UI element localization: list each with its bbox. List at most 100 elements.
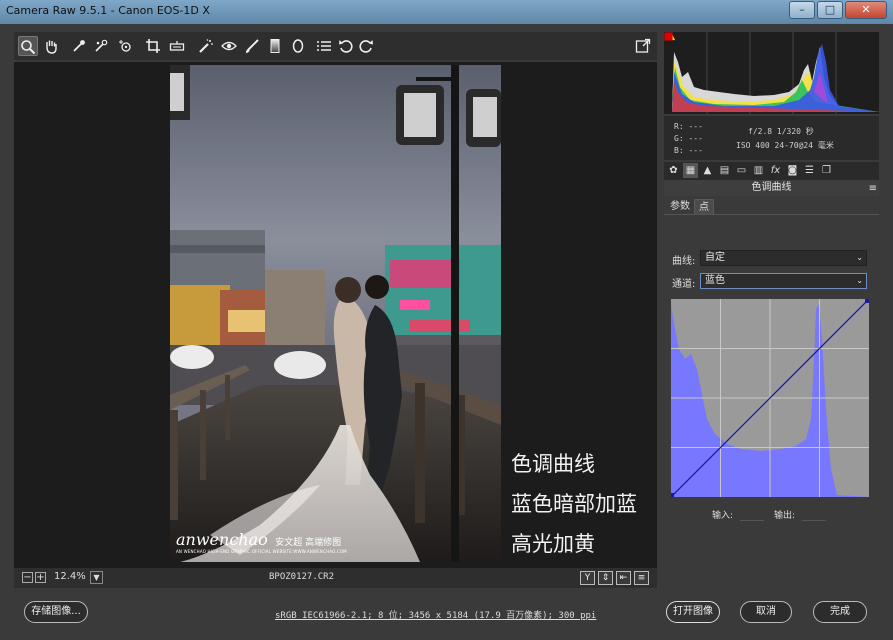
snapshots-icon: ❐	[822, 165, 831, 176]
brush-icon	[246, 39, 259, 53]
minimize-button[interactable]: –	[789, 1, 815, 19]
input-label: 输入:	[712, 511, 734, 521]
copy-after-to-before-button[interactable]: ⇤	[616, 571, 631, 585]
white-balance-tool[interactable]	[69, 36, 89, 56]
wedding-photo-image	[170, 65, 501, 562]
toggle-fullscreen-button[interactable]	[633, 36, 653, 56]
zoom-level: 12.4%	[54, 571, 86, 582]
zoom-out-button[interactable]: −	[22, 572, 33, 583]
red-eye-tool[interactable]	[219, 36, 239, 56]
open-image-button[interactable]: 打开图像	[666, 601, 720, 623]
image-preview[interactable]: anwenchao 安文超 高端修图 AN WENCHAO HIGH-END G…	[14, 62, 657, 568]
tab-detail[interactable]: ▲	[700, 163, 715, 178]
zoom-tool[interactable]	[18, 36, 38, 56]
curve-graph	[669, 298, 870, 498]
histogram	[664, 32, 879, 114]
spot-removal-tool[interactable]	[196, 36, 216, 56]
output-label: 输出:	[774, 511, 796, 521]
cancel-button[interactable]: 取消	[740, 601, 792, 623]
zoom-in-button[interactable]: +	[35, 572, 46, 583]
lens-icon: ▥	[753, 165, 764, 176]
tab-parametric[interactable]: 参数	[666, 199, 694, 214]
preview-photo: anwenchao 安文超 高端修图 AN WENCHAO HIGH-END G…	[170, 65, 501, 562]
curve-point-white[interactable]	[865, 298, 870, 303]
swap-before-after-button[interactable]: ⇕	[598, 571, 613, 585]
hand-icon	[46, 40, 57, 54]
annotation-line-1: 色调曲线	[511, 452, 595, 476]
magnifier-icon	[21, 40, 36, 55]
radial-filter-tool[interactable]	[288, 36, 308, 56]
window-title: Camera Raw 9.5.1 - Canon EOS-1D X	[6, 4, 210, 17]
preferences-tool[interactable]	[314, 36, 334, 56]
tab-basic[interactable]: ✿	[666, 163, 681, 178]
eyedropper-icon	[73, 40, 85, 52]
save-image-button[interactable]: 存储图像...	[24, 601, 88, 623]
ellipse-icon	[292, 39, 304, 53]
curve-preset-select[interactable]: 自定 ⌄	[700, 250, 867, 266]
zoom-dropdown[interactable]: ▼	[90, 571, 103, 584]
split-tone-icon: ▭	[736, 165, 747, 176]
color-sampler-tool[interactable]	[91, 36, 111, 56]
preview-status-bar: − + 12.4% ▼ BPOZ0127.CR2 Y ⇕ ⇤ ≡	[14, 568, 657, 588]
tone-curve-editor[interactable]	[669, 298, 870, 498]
file-name: BPOZ0127.CR2	[269, 572, 335, 582]
highlight-clipping-warning[interactable]	[664, 32, 673, 41]
maximize-button[interactable]: □	[817, 1, 843, 19]
window-title-bar: Camera Raw 9.5.1 - Canon EOS-1D X – □ ✕	[0, 0, 893, 24]
crop-tool[interactable]	[143, 36, 163, 56]
r-value: R: ---	[674, 122, 703, 131]
spot-removal-icon	[199, 39, 213, 53]
histogram-graph	[672, 32, 879, 114]
graduated-filter-tool[interactable]	[265, 36, 285, 56]
chevron-down-icon: ⌄	[856, 253, 863, 262]
color-sampler-icon	[95, 39, 108, 52]
annotation-line-2: 蓝色暗部加蓝	[511, 492, 637, 516]
rotate-right-tool[interactable]	[356, 36, 376, 56]
hsl-icon: ▤	[719, 165, 730, 176]
tab-point[interactable]: 点	[694, 199, 714, 214]
panel-header: 色调曲线 ≡	[664, 180, 879, 196]
g-value: G: ---	[674, 134, 703, 143]
straighten-tool[interactable]	[167, 36, 187, 56]
done-button[interactable]: 完成	[813, 601, 867, 623]
close-button[interactable]: ✕	[845, 1, 887, 19]
rotate-left-tool[interactable]	[336, 36, 356, 56]
curve-subtabs: 参数 点	[664, 199, 879, 215]
panel-menu-icon[interactable]: ≡	[869, 181, 877, 197]
list-icon	[317, 41, 331, 51]
preview-settings-button[interactable]: ≡	[634, 571, 649, 585]
tone-curve-panel: 参数 点 曲线: 自定 ⌄ 通道: 蓝色 ⌄ 输入: 输出:	[664, 196, 879, 544]
adjustment-brush-tool[interactable]	[242, 36, 262, 56]
annotation-text: 色调曲线 蓝色暗部加蓝 高光加黄	[511, 444, 637, 564]
tab-snapshots[interactable]: ❐	[819, 163, 834, 178]
pixel-readout: R: --- G: --- B: --- f/2.8 1/320 秒 ISO 4…	[664, 116, 879, 160]
tab-presets[interactable]: ☰	[802, 163, 817, 178]
channel-select[interactable]: 蓝色 ⌄	[700, 273, 867, 289]
grid-icon: ▦	[685, 165, 696, 176]
rotate-ccw-icon	[339, 40, 353, 53]
target-adjust-icon	[119, 40, 131, 52]
targeted-adjustment-tool[interactable]	[115, 36, 135, 56]
watermark-sub: AN WENCHAO HIGH-END GRAPHIC OFFICIAL WEB…	[176, 549, 347, 554]
output-value-field[interactable]	[802, 507, 826, 521]
workflow-options-link[interactable]: sRGB IEC61966-2.1; 8 位; 3456 x 5184 (17.…	[275, 608, 596, 621]
panel-tab-strip: ✿ ▦ ▲ ▤ ▭ ▥ fx ◙ ☰ ❐	[664, 162, 879, 180]
tab-effects[interactable]: fx	[768, 163, 783, 178]
tool-bar	[14, 32, 657, 60]
tab-split-toning[interactable]: ▭	[734, 163, 749, 178]
watermark: anwenchao 安文超 高端修图 AN WENCHAO HIGH-END G…	[176, 530, 347, 554]
iso-lens-info: ISO 400 24-70@24 毫米	[736, 141, 834, 150]
crop-icon	[146, 39, 160, 53]
b-value: B: ---	[674, 146, 703, 155]
curve-point-black[interactable]	[669, 493, 674, 498]
before-after-toggle[interactable]: Y	[580, 571, 595, 585]
tab-tone-curve[interactable]: ▦	[683, 163, 698, 178]
curve-label: 曲线:	[672, 256, 696, 267]
hand-tool[interactable]	[41, 36, 61, 56]
curve-preset-value: 自定	[705, 252, 725, 263]
input-value-field[interactable]	[740, 507, 764, 521]
tab-camera-calibration[interactable]: ◙	[785, 163, 800, 178]
channel-label: 通道:	[672, 279, 696, 290]
tab-hsl[interactable]: ▤	[717, 163, 732, 178]
tab-lens-corrections[interactable]: ▥	[751, 163, 766, 178]
